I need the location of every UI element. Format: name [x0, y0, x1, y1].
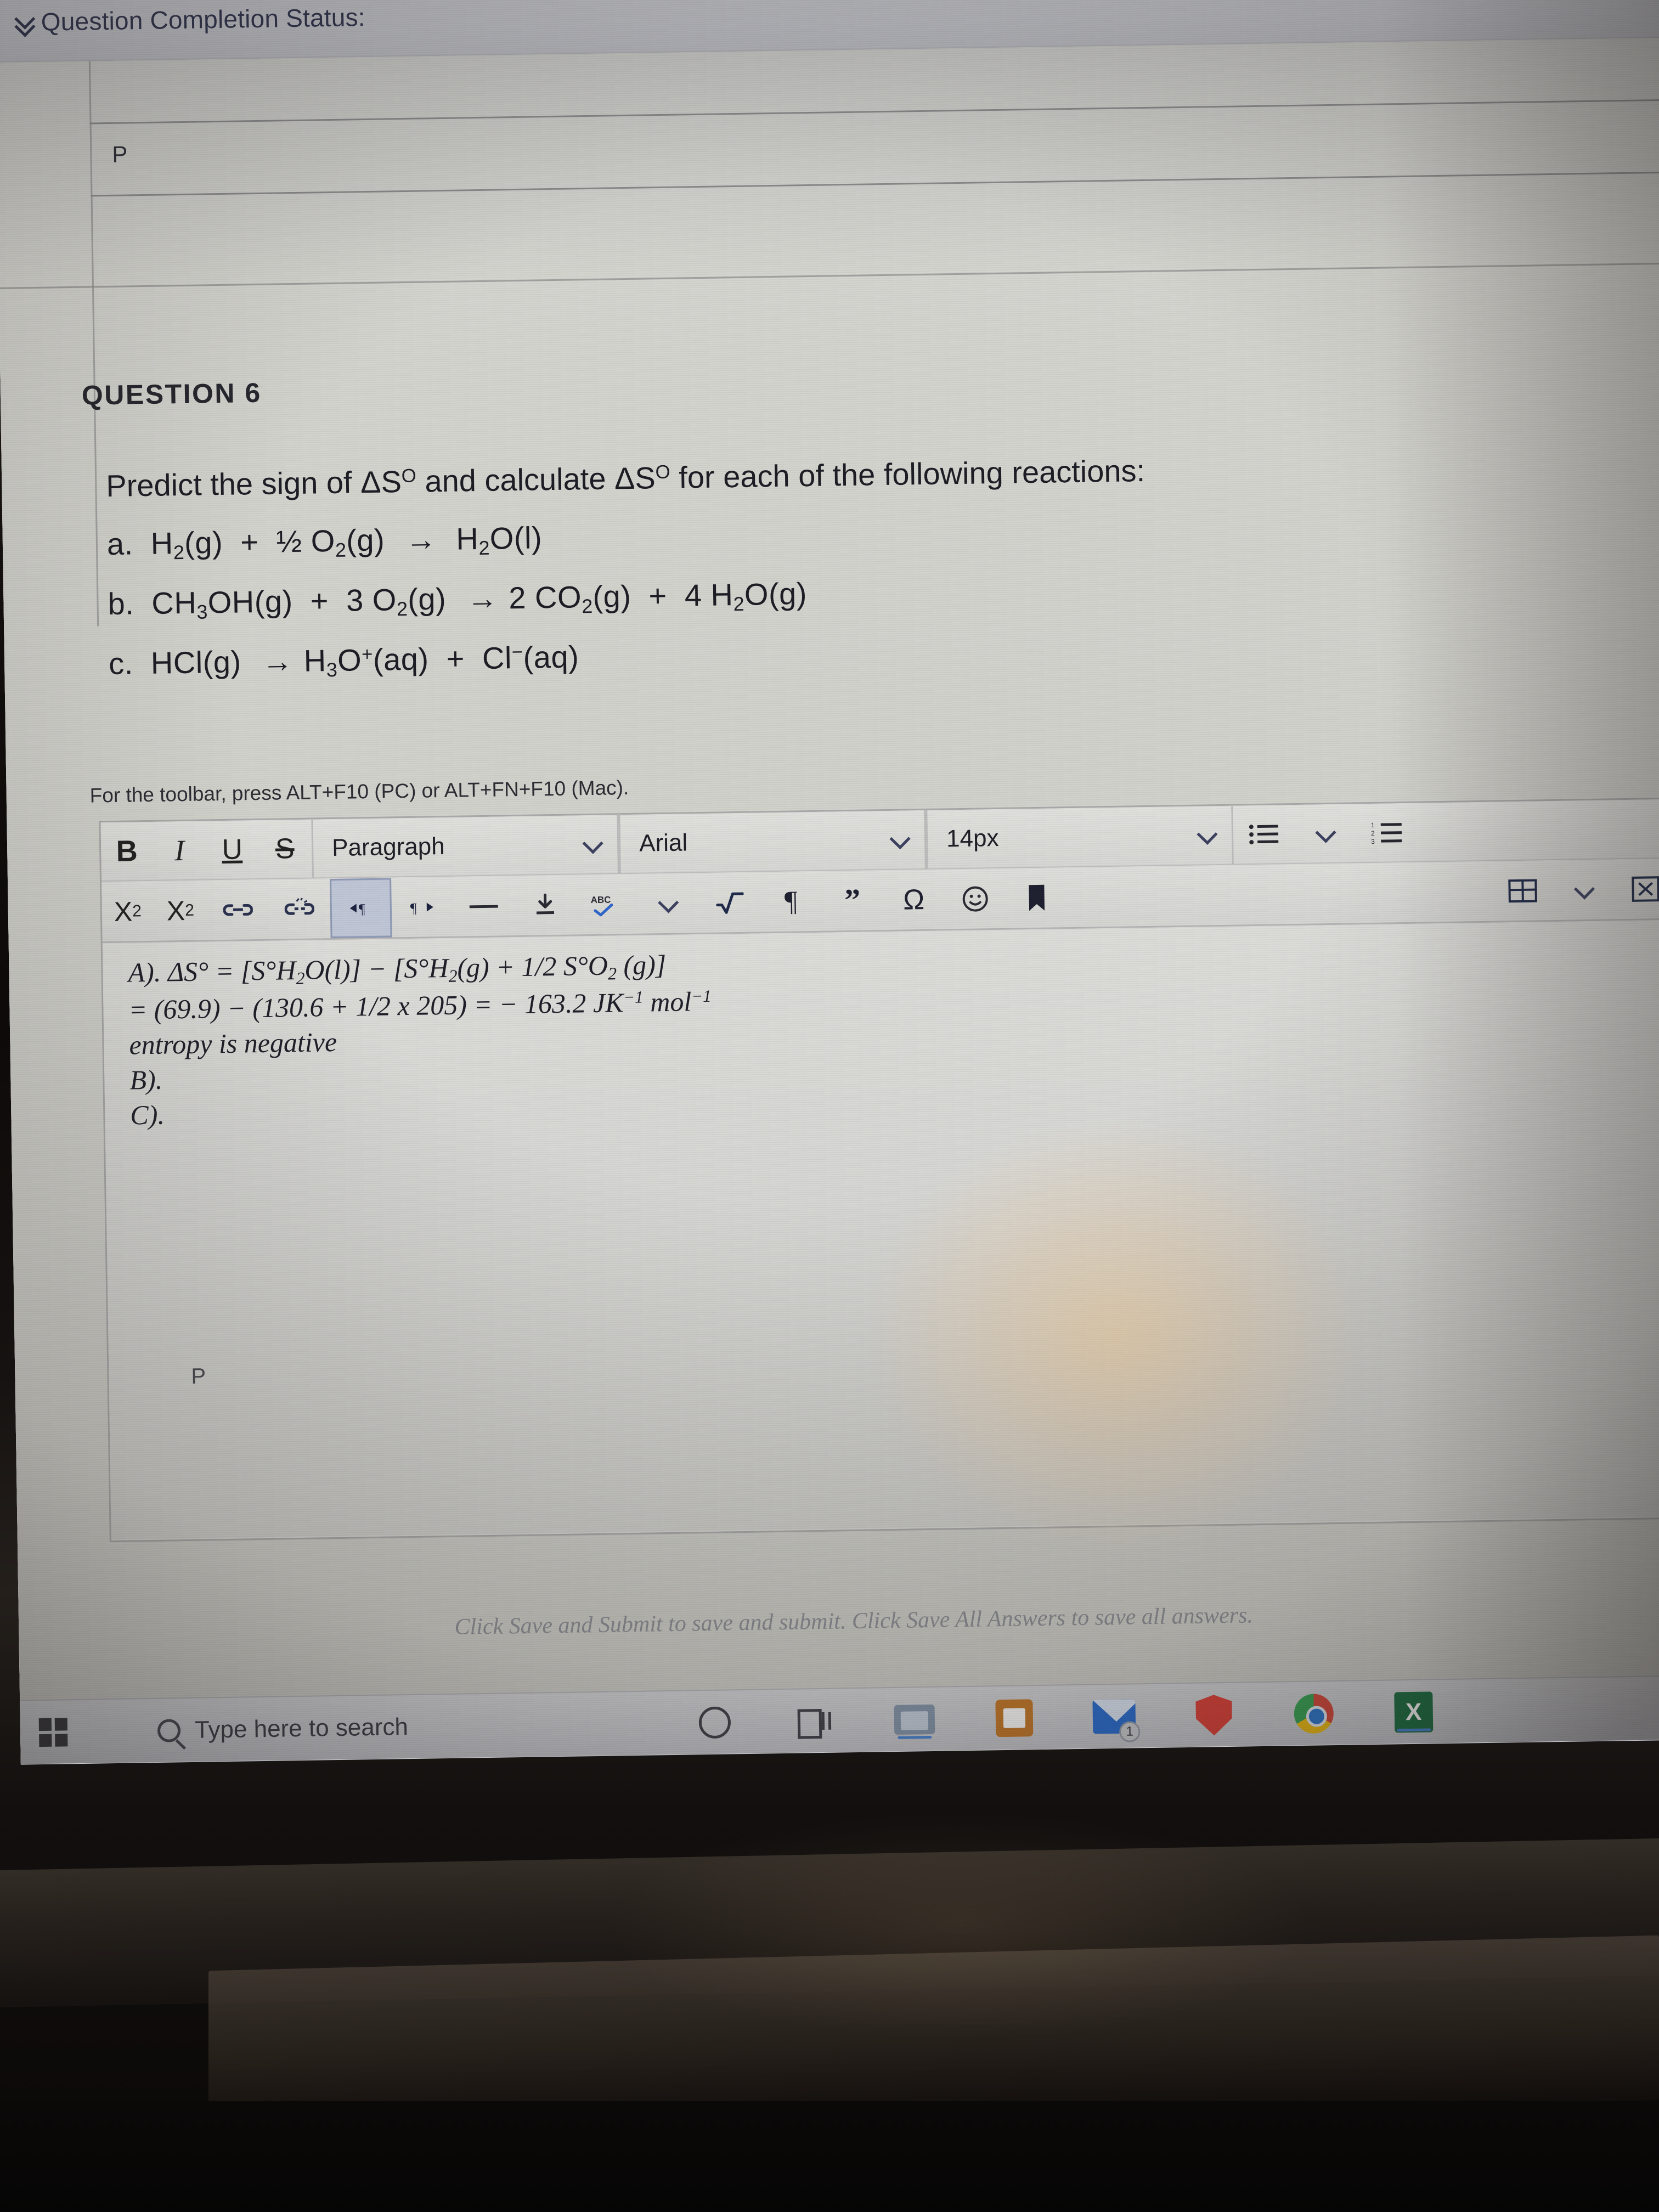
search-icon[interactable] — [157, 1719, 181, 1742]
svg-text:¶: ¶ — [359, 901, 365, 917]
emoji-icon[interactable] — [944, 868, 1007, 929]
mail-badge: 1 — [1119, 1721, 1141, 1742]
chevron-down-icon[interactable] — [1199, 830, 1215, 840]
ltr-direction-icon[interactable]: ¶ — [330, 877, 392, 938]
table-icon[interactable] — [1492, 861, 1554, 921]
excel-icon[interactable]: X — [1392, 1690, 1435, 1734]
special-character-icon[interactable]: Ω — [883, 870, 945, 930]
subscript-button[interactable]: X2 — [154, 881, 208, 940]
paragraph-format-value: Paragraph — [331, 832, 445, 862]
assessment-page: P QUESTION 6 Predict the sign of ΔSO and… — [0, 37, 1659, 1765]
bulleted-list-icon[interactable] — [1233, 804, 1295, 865]
strikethrough-button[interactable]: S — [258, 819, 312, 879]
editor-content-area[interactable]: A). ΔS° = [S°H2O(l)] − [S°H2(g) + 1/2 S°… — [102, 919, 1659, 1540]
page-title: QUESTION 6 — [81, 377, 262, 411]
horizontal-rule-icon[interactable] — [453, 876, 515, 936]
blockquote-icon[interactable]: ” — [821, 871, 884, 931]
question-body: Predict the sign of ΔSO and calculate ΔS… — [106, 447, 1612, 707]
reaction-b: b. CH3OH(g) + 3 O2(g) → 2 CO2(g) + 4 H2O… — [108, 576, 808, 623]
taskbar-tray: 1 X — [693, 1690, 1435, 1744]
table-chevron-icon[interactable] — [1553, 860, 1616, 920]
monitor-screen: Question Completion Status: P QUESTION 6… — [0, 0, 1659, 1765]
security-shield-icon[interactable] — [1192, 1694, 1235, 1737]
toolbar-hint: For the toolbar, press ALT+F10 (PC) or A… — [89, 776, 629, 807]
bold-button[interactable]: B — [100, 821, 154, 881]
cortana-circle-icon[interactable] — [693, 1701, 736, 1744]
svg-text:3: 3 — [1371, 838, 1375, 844]
bookmark-icon[interactable] — [1006, 868, 1068, 928]
question-prompt: Predict the sign of ΔSO and calculate ΔS… — [105, 453, 1146, 504]
underline-button[interactable]: U — [206, 820, 259, 879]
paragraph-format-select[interactable]: Paragraph — [311, 814, 619, 878]
reaction-a: a. H2(g) + ½ O2(g) → H2O(l) — [106, 520, 543, 564]
mail-icon[interactable]: 1 — [1092, 1695, 1141, 1742]
file-explorer-icon[interactable] — [893, 1698, 936, 1741]
status-progress-box: P — [89, 99, 1659, 197]
svg-text:ABC: ABC — [591, 894, 611, 905]
section-divider-1 — [0, 262, 1659, 289]
save-instructions: Click Save and Submit to save and submit… — [454, 1602, 1254, 1640]
desk-edge-bottom — [0, 2101, 1659, 2212]
font-size-value: 14px — [946, 825, 999, 853]
status-box-letter: P — [112, 141, 128, 167]
reaction-c: c. HCl(g) → H3O+(aq) + Cl−(aq) — [108, 639, 579, 681]
screenshot-root: Question Completion Status: P QUESTION 6… — [0, 0, 1659, 2212]
chevron-down-icon[interactable] — [584, 839, 601, 849]
close-icon[interactable] — [1615, 859, 1659, 919]
spellcheck-icon[interactable]: ABC — [575, 874, 638, 934]
chrome-icon[interactable] — [1292, 1692, 1335, 1735]
paragraph-mark-icon[interactable]: ¶ — [760, 871, 822, 932]
unlink-icon[interactable] — [268, 879, 331, 939]
chevron-down-icon[interactable] — [891, 834, 908, 844]
italic-button[interactable]: I — [153, 820, 207, 880]
font-family-value: Arial — [639, 829, 688, 857]
square-root-icon[interactable] — [698, 872, 761, 933]
font-family-select[interactable]: Arial — [618, 809, 927, 874]
microsoft-store-icon[interactable] — [992, 1696, 1036, 1740]
task-view-icon[interactable] — [793, 1700, 836, 1743]
insert-file-icon[interactable] — [514, 875, 577, 935]
svg-text:2: 2 — [1371, 830, 1375, 837]
rich-text-editor[interactable]: B I U S Paragraph Arial 14px 1 2 3 X 2 X… — [99, 797, 1659, 1543]
superscript-button[interactable]: X2 — [101, 881, 155, 941]
svg-text:¶: ¶ — [410, 900, 417, 916]
rtl-direction-icon[interactable]: ¶ — [391, 877, 454, 937]
chevron-double-down-icon[interactable] — [16, 13, 33, 31]
excel-letter: X — [1394, 1691, 1434, 1733]
numbered-list-icon[interactable]: 1 2 3 — [1356, 803, 1418, 863]
search-placeholder: Type here to search — [194, 1713, 409, 1743]
taskbar-search[interactable]: Type here to search — [157, 1713, 409, 1745]
status-bar-label: Question Completion Status: — [41, 2, 366, 36]
font-size-select[interactable]: 14px — [926, 805, 1234, 869]
editor-status-letter: P — [191, 1364, 206, 1389]
spellcheck-chevron-icon[interactable] — [637, 873, 699, 934]
question-completion-status[interactable]: Question Completion Status: — [15, 2, 365, 37]
svg-text:1: 1 — [1371, 821, 1375, 829]
windows-start-icon[interactable] — [20, 1700, 87, 1765]
link-icon[interactable] — [207, 879, 269, 940]
bulleted-list-chevron-icon[interactable] — [1294, 803, 1357, 864]
